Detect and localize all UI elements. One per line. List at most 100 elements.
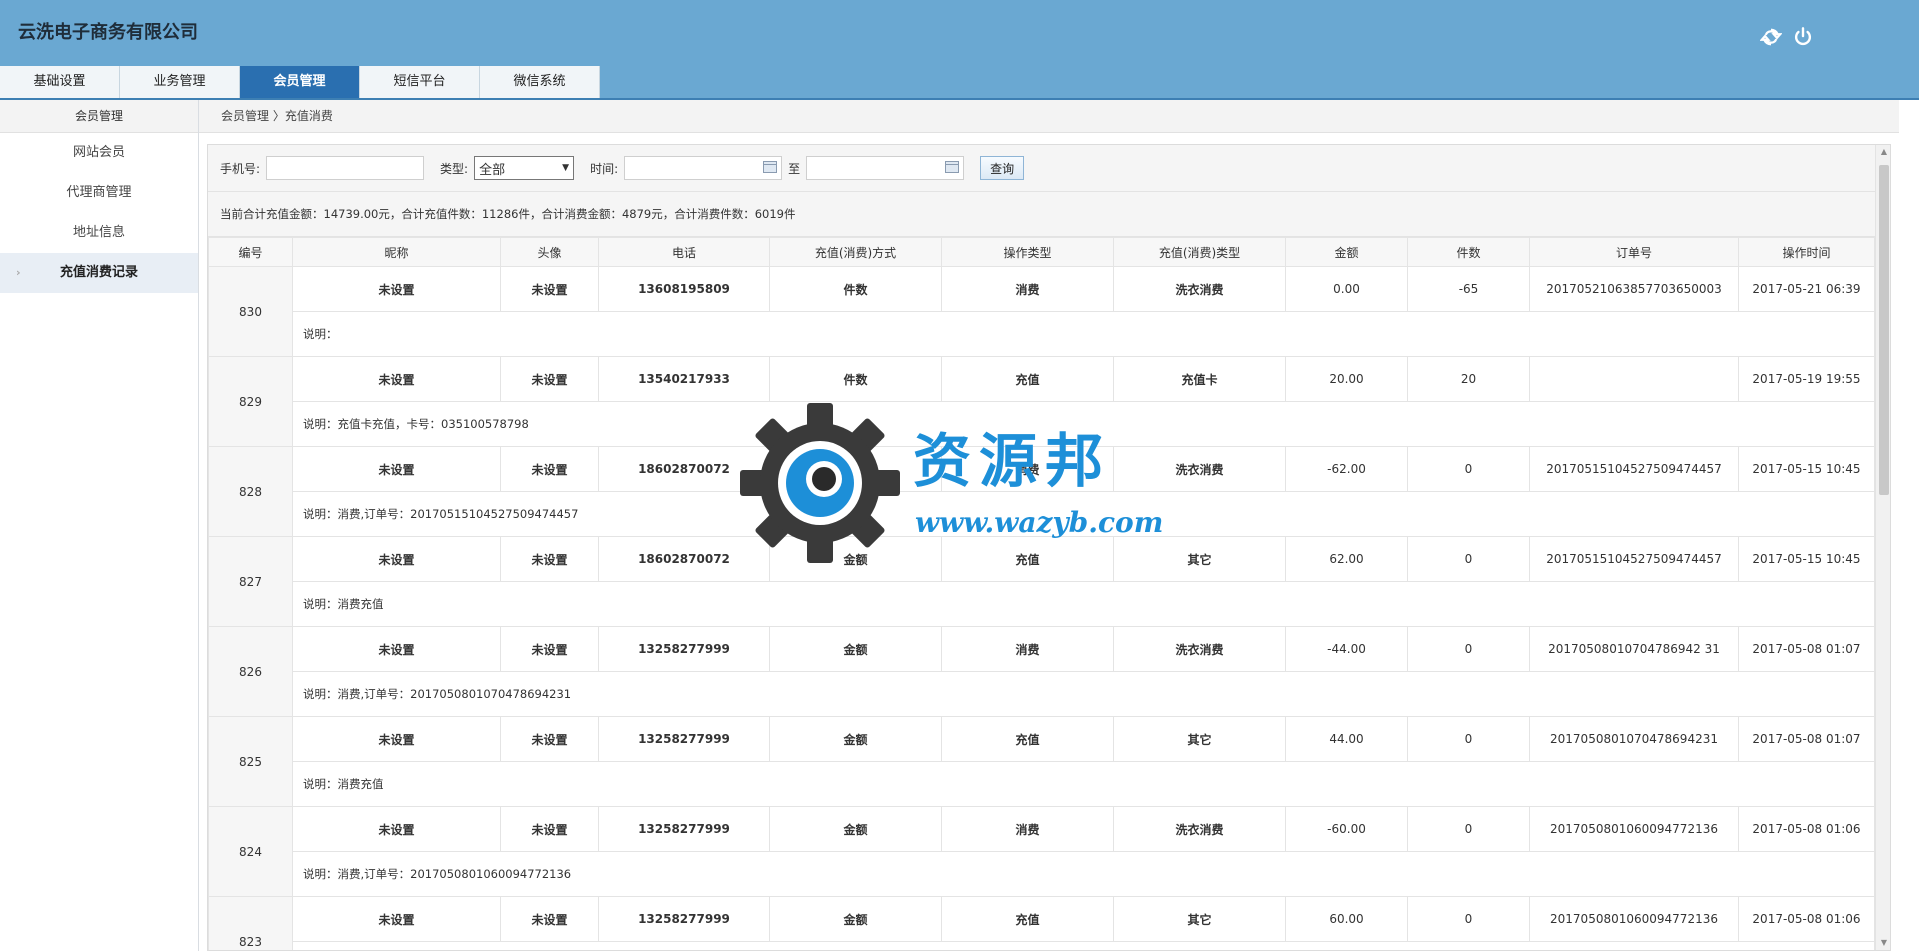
cell-order-no: 2017050801070478694231 [1529, 716, 1739, 762]
row-id: 825 [208, 716, 293, 807]
cell-amount: 62.00 [1285, 536, 1408, 582]
cell-time: 2017-05-08 01:07 [1738, 626, 1875, 672]
cell-avatar: 未设置 [500, 266, 599, 312]
cell-nickname: 未设置 [292, 536, 501, 582]
cell-nickname: 未设置 [292, 716, 501, 762]
cell-note: 说明：消费,订单号：2017050801070478694231 [292, 671, 1875, 717]
cell-count: -65 [1407, 266, 1530, 312]
sidebar-item-addresses[interactable]: 地址信息 [0, 213, 198, 253]
table-row-note: 说明：消费充值 [209, 941, 1875, 950]
table-row: 829 未设置 未设置 13540217933 件数 充值 充值卡 20.00 20 2017-0… [208, 356, 1875, 447]
cell-category: 充值卡 [1113, 356, 1286, 402]
col-header: 头像 [500, 237, 599, 267]
cell-count: 0 [1407, 626, 1530, 672]
query-button[interactable]: 查询 [980, 156, 1025, 180]
cell-time: 2017-05-08 01:06 [1738, 806, 1875, 852]
cell-op-type: 消费 [941, 626, 1114, 672]
cell-category: 其它 [1113, 716, 1286, 762]
table-row: 824 未设置 未设置 13258277999 金额 消费 洗衣消费 -60.00 0 20170… [208, 806, 1875, 897]
cell-time: 2017-05-15 10:45 [1738, 446, 1875, 492]
sidebar-item-site-members[interactable]: 网站会员 [0, 133, 198, 173]
cell-avatar: 未设置 [500, 536, 599, 582]
cell-count: 20 [1407, 356, 1530, 402]
cell-phone: 13540217933 [598, 356, 770, 402]
scroll-up-icon[interactable]: ▲ [1876, 145, 1890, 159]
cell-method: 金额 [769, 626, 942, 672]
to-label: 至 [788, 161, 801, 176]
cell-amount: -60.00 [1285, 806, 1408, 852]
cell-method: 金额 [769, 716, 942, 762]
nav-tab-basic-settings[interactable]: 基础设置 [0, 66, 120, 98]
row-id: 829 [208, 356, 293, 447]
cell-phone: 13258277999 [598, 896, 770, 942]
cell-op-type: 消费 [941, 446, 1114, 492]
cell-time: 2017-05-21 06:39 [1738, 266, 1875, 312]
nav-tab-members[interactable]: 会员管理 [240, 66, 360, 98]
cell-nickname: 未设置 [292, 356, 501, 402]
sidebar-item-agents[interactable]: 代理商管理 [0, 173, 198, 213]
cell-count: 0 [1407, 446, 1530, 492]
table-row-note: 说明：消费,订单号：2017050801070478694231 [209, 671, 1875, 717]
cell-method: 金额 [769, 446, 942, 492]
type-label: 类型: [440, 161, 469, 176]
table-row: 827 未设置 未设置 18602870072 金额 充值 其它 62.00 0 20170515… [208, 536, 1875, 627]
sidebar-item-recharge-records[interactable]: › 充值消费记录 [0, 253, 198, 293]
table-row-note: 说明：消费充值 [209, 581, 1875, 627]
dropdown-arrow-icon: ▼ [562, 163, 570, 173]
nav-tab-business[interactable]: 业务管理 [120, 66, 240, 98]
row-id: 828 [208, 446, 293, 537]
time-from-input[interactable] [624, 156, 783, 180]
cell-nickname: 未设置 [292, 626, 501, 672]
col-header: 金额 [1285, 237, 1408, 267]
cell-note: 说明：充值卡充值，卡号：035100578798 [292, 401, 1875, 447]
refresh-icon[interactable] [1760, 26, 1782, 48]
type-select-value: 全部 [479, 162, 506, 178]
col-header: 操作类型 [941, 237, 1114, 267]
header-actions [1760, 26, 1814, 48]
row-id: 830 [208, 266, 293, 357]
nav-tab-wechat[interactable]: 微信系统 [480, 66, 600, 98]
sidebar-item-label: 充值消费记录 [59, 265, 138, 280]
content-panel: 手机号: 类型: 全部 ▼ 时间: 至 查询 当前合计充值金额：14739.00… [207, 144, 1891, 951]
scrollbar-thumb[interactable] [1879, 165, 1889, 495]
type-select[interactable]: 全部 ▼ [474, 156, 575, 180]
nav-tab-sms[interactable]: 短信平台 [360, 66, 480, 98]
cell-phone: 13258277999 [598, 806, 770, 852]
scroll-down-icon[interactable]: ▼ [1876, 936, 1890, 950]
table-row-note: 说明： [209, 311, 1875, 357]
time-to-input[interactable] [806, 156, 965, 180]
cell-phone: 18602870072 [598, 536, 770, 582]
cell-count: 0 [1407, 536, 1530, 582]
phone-input[interactable] [266, 156, 425, 180]
calendar-icon[interactable] [763, 161, 778, 173]
cell-op-type: 消费 [941, 266, 1114, 312]
top-header: 云洗电子商务有限公司 基础设置 业务管理 会员管理 短信平台 微信系统 [0, 0, 1919, 100]
cell-amount: -44.00 [1285, 626, 1408, 672]
cell-op-type: 消费 [941, 806, 1114, 852]
main-nav: 基础设置 业务管理 会员管理 短信平台 微信系统 [0, 66, 600, 98]
cell-op-type: 充值 [941, 536, 1114, 582]
cell-amount: 0.00 [1285, 266, 1408, 312]
cell-avatar: 未设置 [500, 446, 599, 492]
time-label: 时间: [590, 161, 619, 176]
sidebar-item-label: 网站会员 [72, 145, 125, 160]
col-header: 充值(消费)方式 [769, 237, 942, 267]
cell-method: 金额 [769, 806, 942, 852]
vertical-scrollbar[interactable]: ▲ ▼ [1875, 145, 1890, 950]
cell-time: 2017-05-15 10:45 [1738, 536, 1875, 582]
sidebar-item-label: 代理商管理 [66, 185, 132, 200]
calendar-icon[interactable] [945, 161, 960, 173]
table-row: 826 未设置 未设置 13258277999 金额 消费 洗衣消费 -44.00 0 20170… [208, 626, 1875, 717]
cell-note: 说明： [292, 311, 1875, 357]
col-header: 电话 [598, 237, 770, 267]
cell-order-no: 20170515104527509474457 [1529, 536, 1739, 582]
cell-order-no: 20170515104527509474457 [1529, 446, 1739, 492]
col-header: 件数 [1407, 237, 1530, 267]
cell-method: 件数 [769, 266, 942, 312]
cell-note: 说明：消费,订单号：2017050801060094772136 [292, 851, 1875, 897]
cell-avatar: 未设置 [500, 356, 599, 402]
cell-note: 说明：消费充值 [292, 761, 1875, 807]
power-icon[interactable] [1792, 26, 1814, 48]
cell-order-no [1529, 356, 1739, 402]
cell-count: 0 [1407, 896, 1530, 942]
